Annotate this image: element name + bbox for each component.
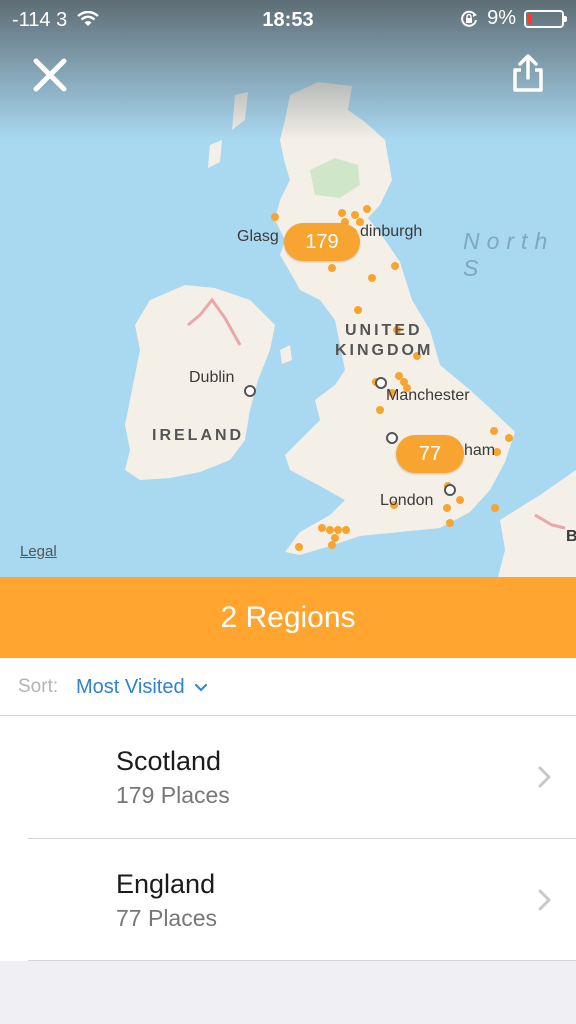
place-dot	[328, 264, 336, 272]
place-dot	[318, 524, 326, 532]
map-label-uk-line1: UNITED	[345, 322, 423, 339]
status-bar: -114 3 18:53 9%	[0, 0, 576, 40]
map-label-north-sea: North S	[463, 228, 555, 281]
sort-dropdown[interactable]: Most Visited	[76, 676, 207, 699]
battery-level	[528, 13, 532, 24]
sort-label: Sort:	[18, 676, 59, 697]
regions-list: Scotland 179 Places England 77 Places	[0, 716, 576, 961]
status-right: 9%	[459, 7, 567, 30]
share-icon	[513, 54, 543, 92]
map-label-edinburgh: dinburgh	[360, 223, 423, 240]
region-places: 179 Places	[116, 782, 230, 808]
place-dot	[326, 526, 334, 534]
rotation-lock-icon	[461, 10, 478, 27]
battery-icon	[524, 9, 567, 28]
sort-value: Most Visited	[76, 676, 185, 698]
isle-of-man	[280, 345, 292, 364]
map-label-uk-line2: KINGDOM	[335, 342, 434, 359]
city-marker-london	[444, 484, 456, 496]
map-label-edge-b: B	[566, 528, 576, 545]
place-dot	[328, 541, 336, 549]
row-separator	[28, 960, 576, 961]
place-dot	[334, 526, 342, 534]
great-britain-landmass	[275, 82, 515, 555]
place-dot	[446, 519, 454, 527]
place-dot	[331, 534, 339, 542]
map-label-london: London	[380, 492, 434, 509]
battery-percent: 9%	[487, 7, 516, 29]
city-marker-birmingham	[386, 432, 398, 444]
place-dot	[295, 543, 303, 551]
place-dot	[368, 274, 376, 282]
place-dot	[354, 306, 362, 314]
cluster-marker-england[interactable]: 77	[396, 435, 464, 473]
list-item-scotland[interactable]: Scotland 179 Places	[0, 716, 576, 838]
map-label-dublin: Dublin	[189, 369, 235, 386]
close-icon	[33, 58, 67, 92]
sort-bar: Sort: Most Visited	[0, 658, 576, 716]
place-dot	[490, 427, 498, 435]
chevron-down-icon	[194, 683, 207, 691]
place-dot	[342, 526, 350, 534]
list-item-england[interactable]: England 77 Places	[0, 839, 576, 961]
map-label-birmingham: ham	[464, 442, 496, 459]
continent-landmass	[498, 470, 576, 577]
close-button[interactable]	[28, 53, 72, 97]
map-view[interactable]: Glasg dinburgh North S UNITED KINGDOM Du…	[0, 0, 576, 577]
map-label-glasgow: Glasg	[237, 228, 279, 245]
chevron-right-icon	[538, 889, 551, 911]
place-dot	[363, 205, 371, 213]
chevron-right-icon	[538, 766, 551, 788]
map-label-ireland: IRELAND	[152, 427, 245, 444]
regions-banner: 2 Regions	[0, 577, 576, 658]
place-dot	[391, 262, 399, 270]
city-marker-dublin	[244, 385, 256, 397]
place-dot	[338, 209, 346, 217]
place-dot	[351, 211, 359, 219]
cluster-marker-scotland[interactable]: 179	[284, 223, 360, 261]
place-dot	[271, 213, 279, 221]
place-dot	[505, 434, 513, 442]
city-marker-manchester	[375, 377, 387, 389]
place-dot	[491, 504, 499, 512]
place-dot	[443, 504, 451, 512]
region-name: England	[116, 869, 216, 899]
legal-link[interactable]: Legal	[20, 543, 57, 560]
region-name: Scotland	[116, 746, 222, 776]
place-dot	[456, 496, 464, 504]
share-button[interactable]	[508, 52, 548, 96]
place-dot	[376, 406, 384, 414]
region-places: 77 Places	[116, 905, 218, 931]
map-label-manchester: Manchester	[386, 387, 470, 404]
island-2	[208, 140, 222, 168]
